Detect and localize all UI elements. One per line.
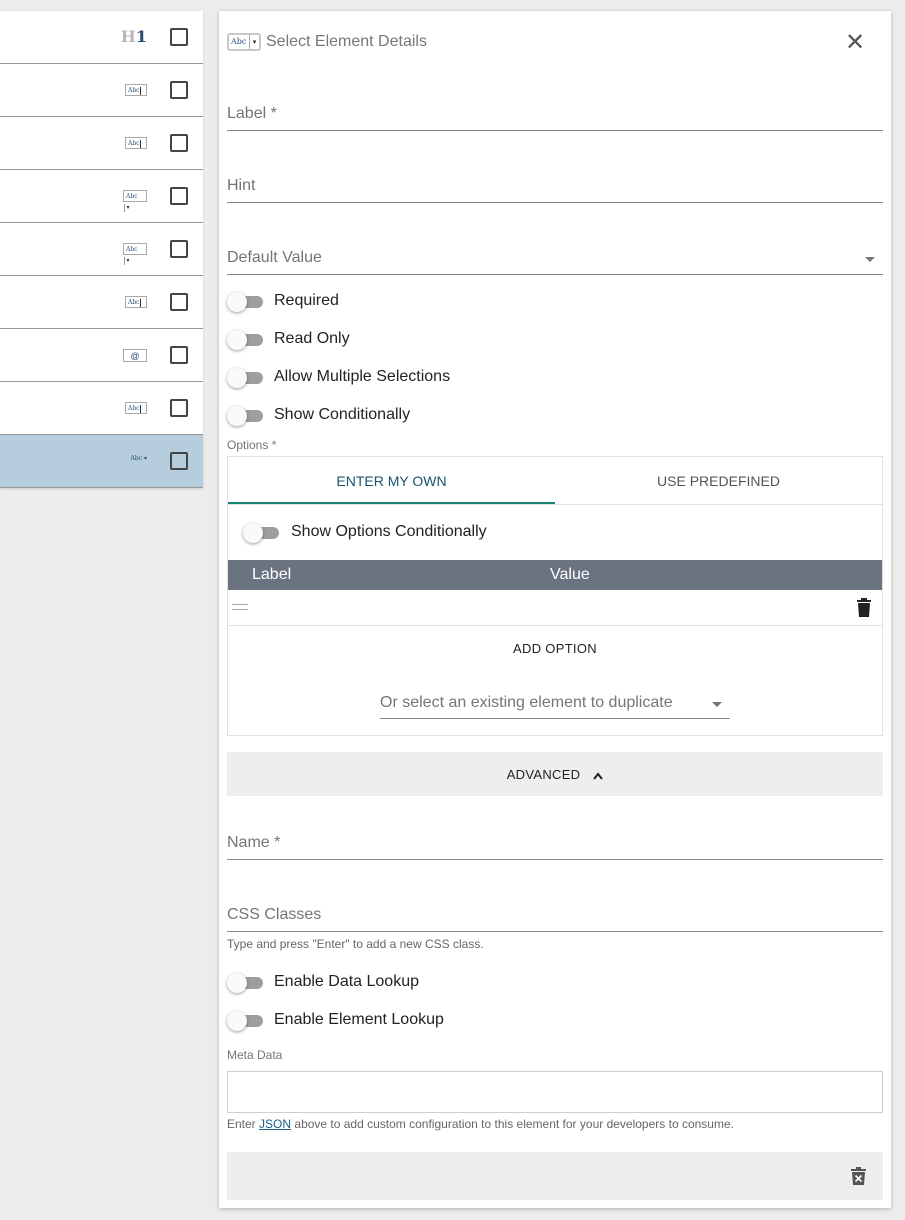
item-checkbox[interactable] bbox=[170, 28, 188, 46]
duplicate-placeholder: Or select an existing element to duplica… bbox=[380, 694, 673, 711]
advanced-label: ADVANCED bbox=[506, 767, 581, 782]
column-label: Label bbox=[252, 566, 292, 583]
item-checkbox[interactable] bbox=[170, 293, 188, 311]
panel-footer bbox=[227, 1152, 883, 1200]
required-toggle[interactable] bbox=[227, 292, 263, 312]
show-options-conditionally-label: Show Options Conditionally bbox=[291, 523, 487, 540]
duplicate-element-select[interactable]: Or select an existing element to duplica… bbox=[380, 693, 730, 719]
list-item-textbox[interactable]: Abc bbox=[0, 64, 203, 117]
item-checkbox[interactable] bbox=[170, 81, 188, 99]
hint-field-label: Hint bbox=[227, 177, 256, 194]
textbox-icon: Abc bbox=[125, 84, 147, 96]
default-value-select[interactable]: Default Value bbox=[227, 239, 883, 275]
item-checkbox[interactable] bbox=[170, 399, 188, 417]
meta-data-helper: Enter JSON above to add custom configura… bbox=[227, 1117, 734, 1131]
drag-handle-icon[interactable] bbox=[232, 604, 248, 610]
advanced-toggle-bar[interactable]: ADVANCED bbox=[227, 752, 883, 796]
select-icon: Abc ▾ bbox=[130, 455, 147, 462]
enable-data-lookup-label: Enable Data Lookup bbox=[274, 973, 419, 990]
list-item-select-selected[interactable]: Abc ▾ bbox=[0, 435, 203, 488]
css-classes-label: CSS Classes bbox=[227, 906, 322, 923]
panel-title: Select Element Details bbox=[266, 33, 427, 50]
item-checkbox[interactable] bbox=[170, 187, 188, 205]
delete-element-icon[interactable] bbox=[851, 1167, 866, 1185]
show-conditionally-label: Show Conditionally bbox=[274, 406, 411, 423]
allow-multiple-label: Allow Multiple Selections bbox=[274, 368, 451, 385]
item-checkbox[interactable] bbox=[170, 134, 188, 152]
textbox-icon: Abc bbox=[125, 296, 147, 308]
tab-enter-my-own[interactable]: ENTER MY OWN bbox=[228, 473, 555, 489]
meta-data-input[interactable] bbox=[227, 1071, 883, 1113]
element-details-panel: Abc ▾ Select Element Details ✕ Label * Hi… bbox=[219, 11, 891, 1208]
trash-icon[interactable] bbox=[856, 598, 872, 617]
options-table-header: Label Value bbox=[228, 560, 882, 590]
textbox-icon: Abc bbox=[125, 402, 147, 414]
list-item-email[interactable]: @ bbox=[0, 329, 203, 382]
list-item-textbox[interactable]: Abc bbox=[0, 117, 203, 170]
list-item-textbox[interactable]: Abc bbox=[0, 276, 203, 329]
heading-icon: H1 bbox=[120, 27, 147, 46]
label-field-label: Label * bbox=[227, 105, 277, 122]
chevron-down-icon bbox=[712, 702, 722, 707]
read-only-toggle[interactable] bbox=[227, 330, 263, 350]
email-icon: @ bbox=[123, 349, 147, 362]
default-value-label: Default Value bbox=[227, 249, 322, 266]
list-item-select[interactable]: Abc▾ bbox=[0, 223, 203, 276]
select-icon: Abc▾ bbox=[123, 243, 147, 265]
name-field-label: Name * bbox=[227, 834, 281, 851]
chevron-down-icon bbox=[865, 257, 875, 262]
hint-field[interactable]: Hint bbox=[227, 167, 883, 203]
options-container: ENTER MY OWN USE PREDEFINED Show Options… bbox=[227, 456, 883, 736]
meta-data-label: Meta Data bbox=[227, 1048, 283, 1062]
textbox-icon: Abc bbox=[125, 137, 147, 149]
label-field[interactable]: Label * bbox=[227, 95, 883, 131]
options-label: Options * bbox=[227, 438, 277, 452]
list-item-select[interactable]: Abc▾ bbox=[0, 170, 203, 223]
table-row bbox=[228, 590, 882, 626]
show-options-conditionally-toggle[interactable] bbox=[243, 523, 279, 543]
name-field[interactable]: Name * bbox=[227, 824, 883, 860]
column-value: Value bbox=[550, 566, 590, 583]
enable-element-lookup-toggle[interactable] bbox=[227, 1011, 263, 1031]
select-element-icon: Abc ▾ bbox=[227, 33, 261, 51]
tab-use-predefined[interactable]: USE PREDEFINED bbox=[555, 473, 882, 489]
show-conditionally-toggle[interactable] bbox=[227, 406, 263, 426]
list-item-heading[interactable]: H1 bbox=[0, 11, 203, 64]
json-link[interactable]: JSON bbox=[259, 1117, 291, 1131]
list-item-textbox[interactable]: Abc bbox=[0, 382, 203, 435]
enable-data-lookup-toggle[interactable] bbox=[227, 973, 263, 993]
chevron-up-icon bbox=[593, 771, 604, 780]
close-icon[interactable]: ✕ bbox=[845, 31, 865, 55]
css-classes-field[interactable]: CSS Classes bbox=[227, 896, 883, 932]
allow-multiple-toggle[interactable] bbox=[227, 368, 263, 388]
read-only-label: Read Only bbox=[274, 330, 350, 347]
add-option-button[interactable]: ADD OPTION bbox=[228, 641, 882, 656]
item-checkbox[interactable] bbox=[170, 240, 188, 258]
item-checkbox[interactable] bbox=[170, 346, 188, 364]
element-list: H1 Abc Abc Abc▾ Abc▾ Abc @ Abc Abc ▾ bbox=[0, 11, 203, 488]
required-label: Required bbox=[274, 292, 339, 309]
item-checkbox[interactable] bbox=[170, 452, 188, 470]
select-icon: Abc▾ bbox=[123, 190, 147, 212]
css-classes-helper: Type and press "Enter" to add a new CSS … bbox=[227, 937, 484, 951]
enable-element-lookup-label: Enable Element Lookup bbox=[274, 1011, 444, 1028]
